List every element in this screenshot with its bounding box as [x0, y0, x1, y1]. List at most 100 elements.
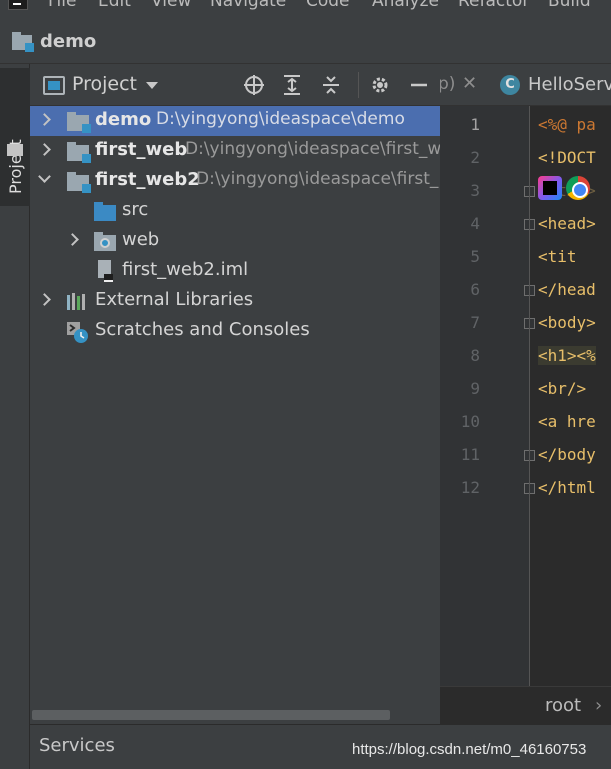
chevron-down-icon[interactable]: [38, 170, 51, 183]
tree-node-name: first_web2.iml: [122, 259, 249, 280]
tree-node-path: D:\yingyong\ideaspace\first_: [196, 169, 439, 189]
line-number: 7: [470, 313, 480, 332]
tree-node-name: Scratches and Consoles: [95, 319, 310, 340]
tree-node-name: External Libraries: [95, 289, 254, 310]
code-line: <%@ pa: [538, 115, 596, 134]
code-line: <tit: [538, 247, 577, 266]
open-in-browser-popup: [538, 176, 608, 204]
line-number: 3: [470, 181, 480, 200]
line-number: 10: [460, 412, 480, 431]
collapse-all-icon[interactable]: [319, 73, 343, 97]
menu-analyze[interactable]: Analyze: [372, 0, 439, 11]
menu-view[interactable]: View: [151, 0, 191, 11]
nav-project-name[interactable]: demo: [40, 31, 96, 52]
line-number: 6: [470, 280, 480, 299]
tree-node-demo[interactable]: demo D:\yingyong\ideaspace\demo: [30, 106, 440, 136]
chevron-right-icon[interactable]: [38, 293, 51, 306]
tree-node-src[interactable]: src: [30, 196, 440, 226]
code-line: </body: [538, 445, 596, 464]
header-divider: [358, 72, 359, 98]
project-view-icon: [43, 76, 65, 95]
menu-refactor[interactable]: Refactor: [458, 0, 529, 11]
previous-tab-fragment[interactable]: p): [440, 74, 455, 94]
project-tree: demo D:\yingyong\ideaspace\demo first_we…: [30, 106, 440, 706]
chevron-down-icon[interactable]: [146, 82, 158, 89]
watermark-text: https://blog.csdn.net/m0_46160753: [352, 741, 587, 758]
menu-file[interactable]: File: [48, 0, 76, 11]
menu-bar: File Edit View Navigate Code Analyze Ref…: [0, 0, 611, 22]
code-line: <h1><%: [538, 346, 596, 365]
project-panel-header: Project: [30, 64, 440, 106]
line-number: 8: [470, 346, 480, 365]
module-file-icon: [96, 260, 114, 282]
java-class-icon: C: [500, 75, 520, 95]
tree-node-name: first_web2: [95, 169, 200, 190]
intellij-logo-icon: [8, 0, 28, 10]
menu-code[interactable]: Code: [306, 0, 350, 11]
module-folder-icon: [67, 112, 91, 133]
line-number: 9: [470, 379, 480, 398]
code-line: <head>: [538, 214, 596, 233]
menu-build[interactable]: Build: [548, 0, 591, 11]
chrome-browser-icon[interactable]: [566, 176, 590, 200]
line-number: 5: [470, 247, 480, 266]
tree-node-name: first_web: [95, 139, 188, 160]
line-number: 11: [460, 445, 480, 464]
editor-tab-bar: p) ✕ C HelloServ: [440, 64, 611, 106]
project-folder-icon: [12, 32, 36, 52]
folder-icon: [7, 144, 23, 156]
tree-node-name: src: [122, 199, 149, 220]
gutter-divider: [529, 106, 530, 686]
chevron-right-icon[interactable]: [38, 143, 51, 156]
code-line: <br/>: [538, 379, 587, 398]
expand-all-icon[interactable]: [280, 73, 304, 97]
web-folder-icon: [94, 232, 116, 251]
close-icon[interactable]: ✕: [462, 73, 477, 94]
line-number: 12: [460, 478, 480, 497]
module-folder-icon: [67, 142, 91, 163]
editor-breadcrumb-bar: root ›: [440, 686, 611, 724]
tab-hello-servlet[interactable]: HelloServ: [528, 74, 611, 95]
project-tool-tab[interactable]: Project: [0, 68, 30, 206]
menu-edit[interactable]: Edit: [98, 0, 131, 11]
project-panel: Project demo D:\yingyong\ideaspace\demo: [30, 64, 440, 724]
tree-node-name: web: [122, 229, 160, 250]
tree-node-path: D:\yingyong\ideaspace\first_w: [185, 139, 440, 159]
libraries-icon: [66, 292, 88, 310]
code-line: <body>: [538, 313, 596, 332]
code-line: </head: [538, 280, 596, 299]
gear-icon[interactable]: [368, 73, 392, 97]
bottom-left-corner: [0, 724, 30, 769]
tree-node-iml-file[interactable]: first_web2.iml: [30, 256, 440, 286]
source-folder-icon: [94, 202, 116, 221]
tree-node-name: demo: [95, 109, 152, 130]
tree-node-first-web2[interactable]: first_web2 D:\yingyong\ideaspace\first_: [30, 166, 440, 196]
tree-node-web[interactable]: web: [30, 226, 440, 256]
breadcrumb-root[interactable]: root: [545, 695, 581, 716]
line-number: 2: [470, 148, 480, 167]
chevron-right-icon[interactable]: [66, 233, 79, 246]
navigation-bar: demo: [0, 22, 611, 64]
editor-gutter: 1 2 3 4 5 6 7 8 9 10 11 12: [440, 106, 535, 686]
horizontal-scrollbar[interactable]: [32, 710, 390, 720]
chevron-right-icon[interactable]: [38, 113, 51, 126]
hide-panel-icon[interactable]: [407, 73, 431, 97]
code-line: <a hre: [538, 412, 596, 431]
code-line: </html: [538, 478, 596, 497]
locate-icon[interactable]: [242, 73, 266, 97]
tool-window-strip: Project: [0, 64, 30, 769]
editor-area: p) ✕ C HelloServ 1 2 3 4 5 6 7 8 9 10 11…: [440, 64, 611, 724]
line-number: 1: [470, 115, 480, 134]
tree-node-external-libraries[interactable]: External Libraries: [30, 286, 440, 316]
code-line: <!DOCT: [538, 148, 596, 167]
menu-navigate[interactable]: Navigate: [210, 0, 286, 11]
tree-node-path: D:\yingyong\ideaspace\demo: [156, 109, 405, 129]
line-number: 4: [470, 214, 480, 233]
tree-node-first-web[interactable]: first_web D:\yingyong\ideaspace\first_w: [30, 136, 440, 166]
services-tool-window-bar: Services https://blog.csdn.net/m0_461607…: [30, 724, 611, 769]
services-tab[interactable]: Services: [39, 735, 115, 756]
tree-node-scratches[interactable]: Scratches and Consoles: [30, 316, 440, 346]
project-view-selector[interactable]: Project: [72, 73, 137, 95]
intellij-browser-icon[interactable]: [538, 176, 562, 200]
module-folder-icon: [67, 172, 91, 193]
